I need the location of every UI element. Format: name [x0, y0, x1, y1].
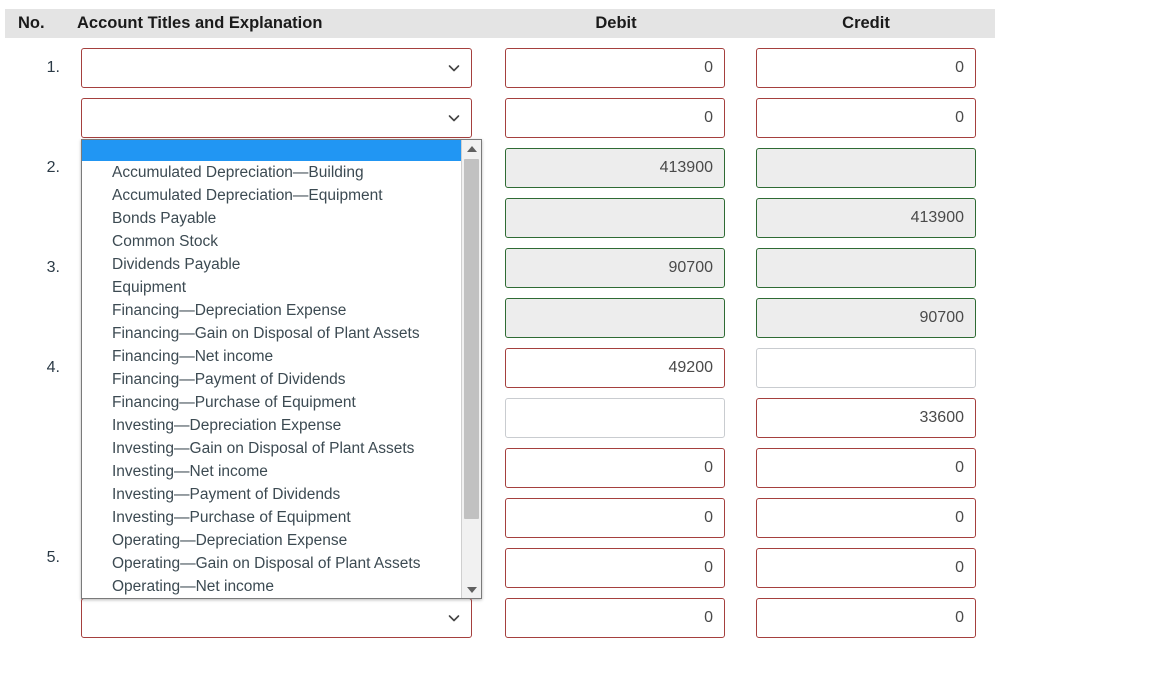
debit-input-4[interactable]	[505, 198, 725, 238]
column-header-debit: Debit	[595, 14, 637, 32]
debit-input-2[interactable]: 0	[505, 98, 725, 138]
debit-value: 0	[704, 609, 713, 626]
debit-value: 413900	[659, 159, 713, 176]
credit-value: 0	[955, 559, 964, 576]
column-header-no: No.	[18, 14, 45, 32]
debit-input-8[interactable]	[505, 398, 725, 438]
debit-value: 0	[704, 459, 713, 476]
debit-input-5[interactable]: 90700	[505, 248, 725, 288]
credit-input-4[interactable]: 413900	[756, 198, 976, 238]
credit-input-1[interactable]: 0	[756, 48, 976, 88]
account-select-12[interactable]	[81, 598, 472, 638]
column-header-account: Account Titles and Explanation	[77, 14, 323, 32]
scroll-up-arrow-icon[interactable]	[462, 140, 481, 157]
dropdown-option[interactable]: Financing—Depreciation Expense	[82, 299, 461, 322]
credit-value: 90700	[919, 309, 965, 326]
table-header: No. Account Titles and Explanation Debit…	[5, 9, 995, 38]
debit-input-12[interactable]: 0	[505, 598, 725, 638]
credit-value: 33600	[919, 409, 965, 426]
debit-value: 0	[704, 109, 713, 126]
dropdown-scrollbar[interactable]	[461, 140, 481, 598]
debit-value: 0	[704, 509, 713, 526]
row-number: 2.	[46, 159, 60, 176]
credit-value: 0	[955, 459, 964, 476]
credit-input-6[interactable]: 90700	[756, 298, 976, 338]
credit-value: 0	[955, 59, 964, 76]
dropdown-option[interactable]: Equipment	[82, 276, 461, 299]
debit-value: 0	[704, 559, 713, 576]
dropdown-option[interactable]: Financing—Payment of Dividends	[82, 368, 461, 391]
row-number: 1.	[46, 59, 60, 76]
credit-input-12[interactable]: 0	[756, 598, 976, 638]
dropdown-option[interactable]: Financing—Purchase of Equipment	[82, 391, 461, 414]
credit-input-7[interactable]	[756, 348, 976, 388]
dropdown-option-list[interactable]: Accumulated Depreciation—Building Accumul…	[82, 140, 461, 598]
debit-value: 0	[704, 59, 713, 76]
dropdown-option[interactable]: Investing—Purchase of Equipment	[82, 506, 461, 529]
dropdown-option[interactable]: Bonds Payable	[82, 207, 461, 230]
debit-value: 90700	[668, 259, 714, 276]
credit-input-9[interactable]: 0	[756, 448, 976, 488]
dropdown-option[interactable]: Financing—Gain on Disposal of Plant Asse…	[82, 322, 461, 345]
dropdown-option[interactable]: Financing—Net income	[82, 345, 461, 368]
dropdown-option[interactable]: Operating—Net income	[82, 575, 461, 598]
dropdown-option[interactable]: Operating—Depreciation Expense	[82, 529, 461, 552]
debit-input-7[interactable]: 49200	[505, 348, 725, 388]
journal-entry-page: No. Account Titles and Explanation Debit…	[0, 0, 1158, 681]
dropdown-option[interactable]: Operating—Gain on Disposal of Plant Asse…	[82, 552, 461, 575]
credit-value: 0	[955, 509, 964, 526]
debit-input-11[interactable]: 0	[505, 548, 725, 588]
dropdown-option[interactable]: Accumulated Depreciation—Equipment	[82, 184, 461, 207]
account-select-1[interactable]	[81, 48, 472, 88]
chevron-down-icon	[447, 111, 461, 125]
dropdown-option[interactable]: Investing—Depreciation Expense	[82, 414, 461, 437]
debit-input-9[interactable]: 0	[505, 448, 725, 488]
column-header-credit: Credit	[842, 14, 890, 32]
row-number: 3.	[46, 259, 60, 276]
dropdown-option[interactable]: Accumulated Depreciation—Building	[82, 161, 461, 184]
credit-input-5[interactable]	[756, 248, 976, 288]
credit-input-10[interactable]: 0	[756, 498, 976, 538]
account-select-2[interactable]	[81, 98, 472, 138]
debit-input-10[interactable]: 0	[505, 498, 725, 538]
dropdown-option[interactable]: Investing—Payment of Dividends	[82, 483, 461, 506]
credit-value: 413900	[910, 209, 964, 226]
credit-input-2[interactable]: 0	[756, 98, 976, 138]
row-number: 5.	[46, 549, 60, 566]
credit-input-8[interactable]: 33600	[756, 398, 976, 438]
scroll-down-arrow-icon[interactable]	[462, 581, 481, 598]
dropdown-option[interactable]: Dividends Payable	[82, 253, 461, 276]
credit-value: 0	[955, 609, 964, 626]
debit-value: 49200	[668, 359, 714, 376]
credit-input-3[interactable]	[756, 148, 976, 188]
chevron-down-icon	[447, 61, 461, 75]
scrollbar-thumb[interactable]	[464, 159, 479, 519]
dropdown-option[interactable]: Investing—Gain on Disposal of Plant Asse…	[82, 437, 461, 460]
dropdown-option[interactable]: Investing—Net income	[82, 460, 461, 483]
row-number: 4.	[46, 359, 60, 376]
account-dropdown-listbox[interactable]: Accumulated Depreciation—Building Accumul…	[81, 139, 482, 599]
credit-value: 0	[955, 109, 964, 126]
dropdown-option[interactable]	[82, 140, 461, 161]
debit-input-1[interactable]: 0	[505, 48, 725, 88]
dropdown-option[interactable]: Common Stock	[82, 230, 461, 253]
chevron-down-icon	[447, 611, 461, 625]
debit-input-6[interactable]	[505, 298, 725, 338]
debit-input-3[interactable]: 413900	[505, 148, 725, 188]
credit-input-11[interactable]: 0	[756, 548, 976, 588]
